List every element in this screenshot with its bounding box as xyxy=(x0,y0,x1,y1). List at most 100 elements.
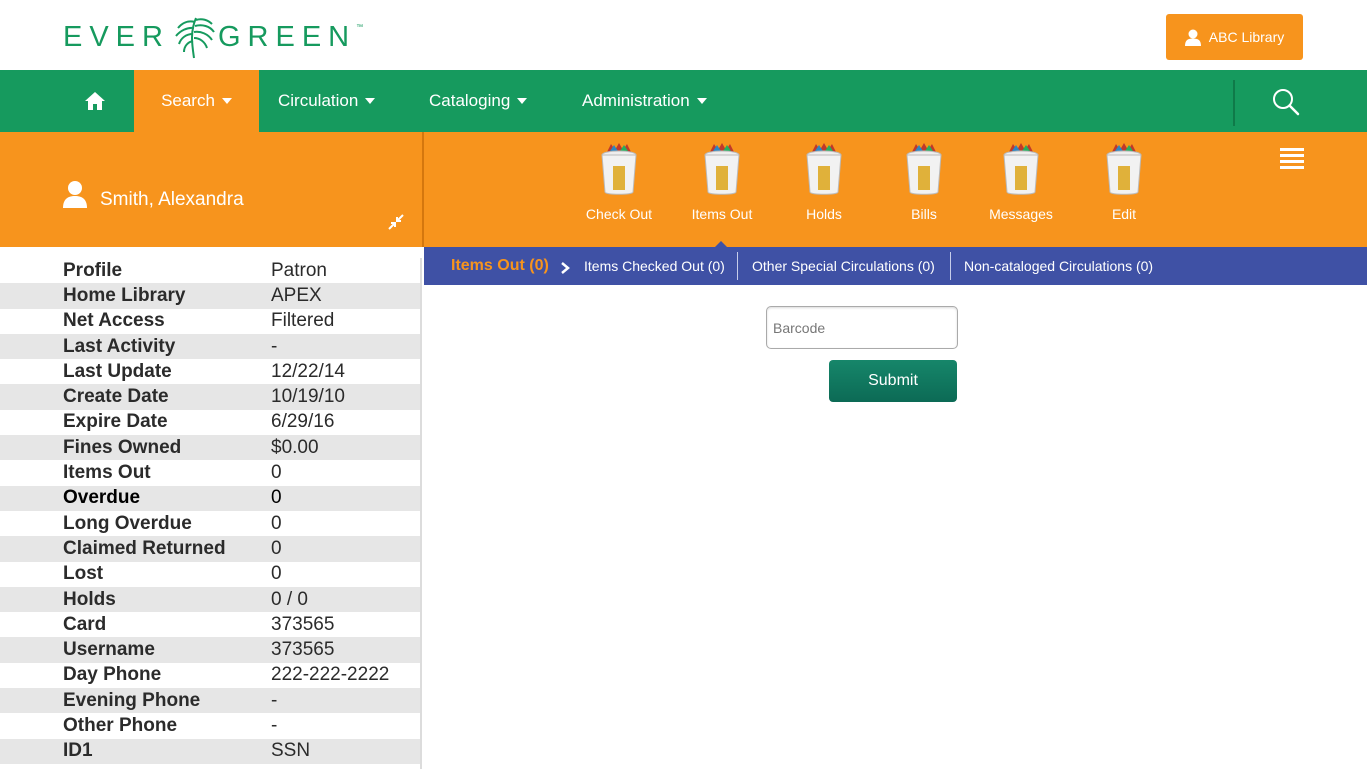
detail-row: Holds 0 / 0 xyxy=(0,586,420,613)
detail-key: Create Date xyxy=(63,386,169,408)
detail-key: Lost xyxy=(63,563,104,585)
detail-value: Filtered xyxy=(271,310,335,332)
tab-non-cataloged-label: Non-cataloged Circulations (0) xyxy=(964,258,1154,274)
nav-administration[interactable]: Administration xyxy=(582,70,707,132)
detail-row: Other Phone - xyxy=(0,713,420,738)
nav-cataloging[interactable]: Cataloging xyxy=(429,70,528,132)
search-icon[interactable] xyxy=(1270,86,1302,118)
detail-key: Card xyxy=(63,613,107,635)
items-out-action[interactable]: Items Out xyxy=(677,142,767,237)
nav-administration-label: Administration xyxy=(582,91,690,110)
bills-action[interactable]: Bills xyxy=(879,142,969,237)
bin-icon xyxy=(601,143,637,195)
detail-value: 0 xyxy=(271,462,282,484)
check-out-action[interactable]: Check Out xyxy=(574,142,664,237)
bin-icon xyxy=(806,143,842,195)
edit-label: Edit xyxy=(1111,206,1137,222)
detail-value: APEX xyxy=(271,284,322,306)
detail-row: Home Library APEX xyxy=(0,283,420,309)
detail-value: 6/29/16 xyxy=(271,411,335,433)
tab-non-cataloged-circulations[interactable]: Non-cataloged Circulations (0) xyxy=(964,247,1153,285)
edit-action[interactable]: Edit xyxy=(1079,142,1169,237)
detail-row: Net Access Filtered xyxy=(0,309,420,334)
tab-items-out[interactable]: Items Out (0) xyxy=(451,247,549,285)
detail-row: Card 373565 xyxy=(0,612,420,637)
chevron-down-icon xyxy=(365,98,376,104)
detail-key: Day Phone xyxy=(63,664,162,686)
user-icon xyxy=(1184,29,1201,46)
barcode-input[interactable] xyxy=(766,306,958,349)
detail-value: - xyxy=(271,689,278,711)
detail-key: Last Update xyxy=(63,360,172,382)
detail-value: 373565 xyxy=(271,613,335,635)
detail-value: 0 xyxy=(271,487,282,509)
evergreen-logo[interactable]: EVER GREEN ™ xyxy=(63,14,363,60)
tab-divider xyxy=(950,252,951,280)
main-nav: Search Circulation Cataloging Administra… xyxy=(0,70,1367,132)
detail-key: Username xyxy=(63,639,155,661)
tab-divider xyxy=(737,252,738,280)
detail-key: Other Phone xyxy=(63,714,178,736)
detail-value: 0 xyxy=(271,512,282,534)
detail-row: Claimed Returned 0 xyxy=(0,536,420,562)
detail-key: Overdue xyxy=(63,487,141,509)
logo-text-right: GREEN xyxy=(217,20,357,53)
detail-row: Expire Date 6/29/16 xyxy=(0,410,420,435)
chevron-right-icon xyxy=(561,262,570,274)
detail-key: Fines Owned xyxy=(63,436,182,458)
detail-row: Last Activity - xyxy=(0,333,420,360)
nav-cataloging-label: Cataloging xyxy=(429,91,511,110)
nav-search-label: Search xyxy=(161,91,215,110)
detail-value: 12/22/14 xyxy=(271,360,345,382)
bin-icon xyxy=(906,143,942,195)
submit-button[interactable]: Submit xyxy=(829,360,957,402)
detail-value: 0 xyxy=(271,537,282,559)
patron-summary: Smith, Alexandra xyxy=(0,132,424,247)
holds-action[interactable]: Holds xyxy=(779,142,869,237)
bills-label: Bills xyxy=(911,206,937,222)
detail-key: Holds xyxy=(63,588,116,610)
bin-icon xyxy=(1106,143,1142,195)
chevron-down-icon xyxy=(696,98,707,104)
detail-row: Lost 0 xyxy=(0,562,420,587)
detail-row: Day Phone 222-222-2222 xyxy=(0,663,420,688)
detail-row: Profile Patron xyxy=(0,258,420,283)
detail-value: - xyxy=(271,714,278,736)
detail-row: Evening Phone - xyxy=(0,688,420,714)
detail-value: 373565 xyxy=(271,639,335,661)
nav-search[interactable]: Search xyxy=(134,70,259,132)
chevron-down-icon xyxy=(221,98,232,104)
detail-row: Items Out 0 xyxy=(0,460,420,485)
detail-value: Patron xyxy=(271,259,327,281)
bin-icon xyxy=(1003,143,1039,195)
logo-text-left: EVER xyxy=(63,20,170,53)
tab-other-special-circulations[interactable]: Other Special Circulations (0) xyxy=(752,247,935,285)
patron-banner: Smith, Alexandra Check Out Items Out Hol… xyxy=(0,132,1367,247)
detail-value: 222-222-2222 xyxy=(271,664,390,686)
nav-circulation[interactable]: Circulation xyxy=(278,70,376,132)
collapse-icon[interactable] xyxy=(388,214,404,230)
leaf-icon xyxy=(175,17,215,59)
detail-key: Expire Date xyxy=(63,411,168,433)
nav-divider xyxy=(1233,80,1235,126)
detail-row: Overdue 0 xyxy=(0,485,420,511)
tab-items-checked-out[interactable]: Items Checked Out (0) xyxy=(584,247,725,285)
trademark: ™ xyxy=(356,23,364,31)
detail-value: 10/19/10 xyxy=(271,386,345,408)
user-icon xyxy=(63,181,87,208)
top-header: EVER GREEN ™ ABC Library xyxy=(0,0,1367,70)
home-icon xyxy=(85,92,105,110)
library-button[interactable]: ABC Library xyxy=(1166,14,1303,60)
detail-row: Long Overdue 0 xyxy=(0,511,420,536)
detail-key: Net Access xyxy=(63,310,165,332)
patron-details: Profile Patron Home Library APEX Net Acces… xyxy=(0,258,422,769)
detail-key: Items Out xyxy=(63,462,151,484)
detail-key: Long Overdue xyxy=(63,512,192,534)
items-out-label: Items Out xyxy=(691,206,753,222)
home-button[interactable] xyxy=(56,70,134,132)
detail-value: - xyxy=(271,335,278,357)
menu-icon[interactable] xyxy=(1280,148,1304,170)
detail-value: SSN xyxy=(271,740,311,762)
messages-action[interactable]: Messages xyxy=(976,142,1066,237)
patron-name: Smith, Alexandra xyxy=(100,189,244,210)
